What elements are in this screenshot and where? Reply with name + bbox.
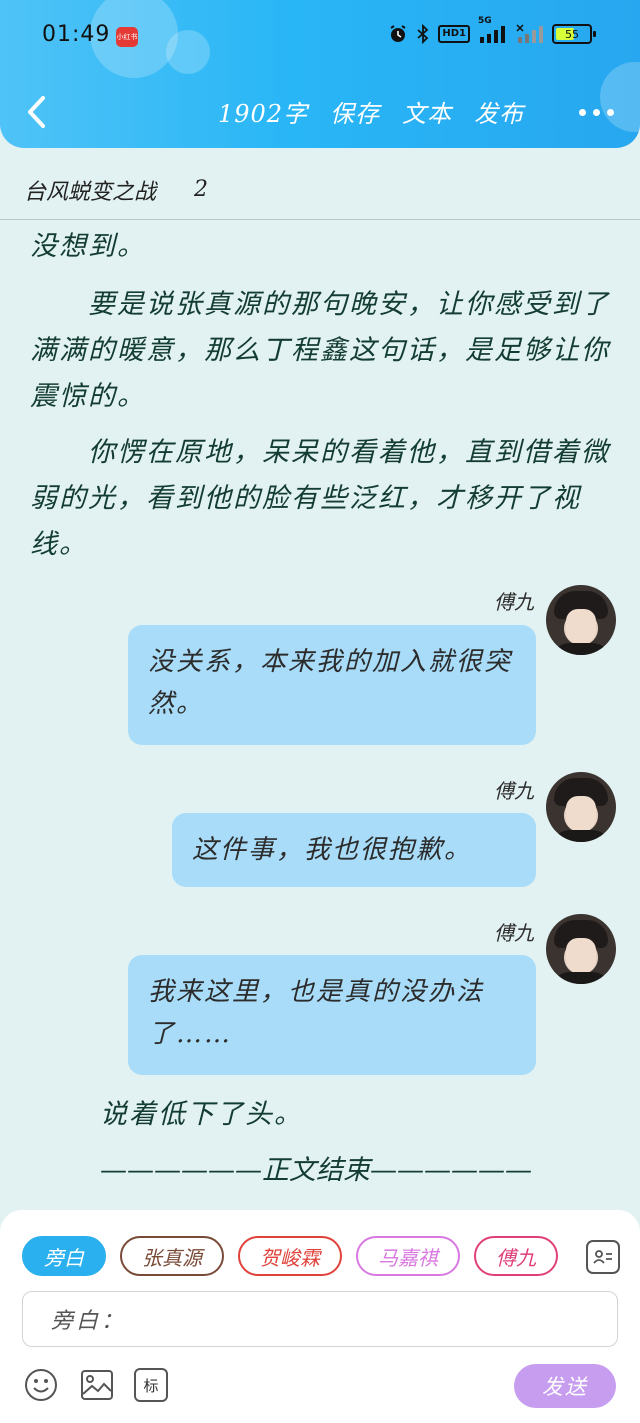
- hd-badge: HD1: [438, 25, 470, 43]
- story-content[interactable]: 没想到。 要是说张真源的那句晚安，让你感受到了满满的暖意，那么丁程鑫这句话，是足…: [0, 220, 640, 1210]
- back-arrow-icon: [28, 96, 45, 128]
- nav-bar: 1902字 保存 文本 发布: [0, 80, 640, 144]
- nav-actions: 1902字 保存 文本 发布: [218, 94, 524, 129]
- status-icons: HD1 5G 55: [388, 16, 596, 44]
- narration-paragraph: 你愣在原地，呆呆的看着他，直到借着微弱的光，看到他的脸有些泛红，才移开了视线。: [30, 437, 610, 560]
- chip-character[interactable]: 傅九: [474, 1236, 558, 1276]
- speaker-name: 傅九: [494, 779, 534, 803]
- save-button[interactable]: 保存: [330, 94, 380, 129]
- mark-button[interactable]: 标: [134, 1368, 168, 1402]
- chapter-number: 2: [194, 177, 209, 202]
- alarm-icon: [388, 24, 408, 44]
- input-role-label: 旁白：: [51, 1309, 127, 1334]
- publish-button[interactable]: 发布: [474, 94, 524, 129]
- app-header: 01:49 小红书 HD1 5G 55 1902字 保存 文本 发布: [0, 0, 640, 148]
- signal-icon: 5G: [478, 16, 508, 44]
- text-button[interactable]: 文本: [402, 94, 452, 129]
- message-bubble[interactable]: 我来这里，也是真的没办法了……: [128, 955, 536, 1075]
- narration-line: 没想到。: [30, 231, 146, 262]
- battery-level: 55: [565, 27, 579, 41]
- bluetooth-icon: [416, 24, 430, 44]
- avatar[interactable]: [546, 772, 616, 842]
- network-label: 5G: [478, 16, 492, 26]
- contact-card-button[interactable]: [586, 1240, 620, 1274]
- contact-card-icon: [593, 1250, 612, 1264]
- narration-paragraph: 要是说张真源的那句晚安，让你感受到了满满的暖意，那么丁程鑫这句话，是足够让你震惊…: [30, 289, 610, 412]
- message-bubble[interactable]: 这件事，我也很抱歉。: [172, 813, 536, 887]
- send-button[interactable]: 发送: [514, 1364, 616, 1408]
- story-title-bar[interactable]: 台风蜕变之战 2: [0, 160, 640, 220]
- emoji-button[interactable]: [24, 1368, 58, 1402]
- status-time: 01:49: [42, 22, 111, 47]
- image-icon: [81, 1370, 113, 1400]
- signal-icon-secondary: [516, 24, 544, 44]
- message-bubble[interactable]: 没关系，本来我的加入就很突然。: [128, 625, 536, 745]
- speaker-name: 傅九: [494, 590, 534, 614]
- end-marker: ——————正文结束——————: [100, 1155, 532, 1186]
- composer-panel: 旁白 张真源 贺峻霖 马嘉祺 傅九 旁白： 标 发送: [0, 1210, 640, 1423]
- narration-line: 说着低下了头。: [100, 1099, 303, 1130]
- chip-character[interactable]: 贺峻霖: [238, 1236, 342, 1276]
- more-dots-icon[interactable]: [579, 98, 614, 126]
- chip-character[interactable]: 马嘉祺: [356, 1236, 460, 1276]
- avatar[interactable]: [546, 585, 616, 655]
- avatar[interactable]: [546, 914, 616, 984]
- image-button[interactable]: [80, 1368, 114, 1402]
- status-bar: 01:49 小红书 HD1 5G 55: [0, 0, 640, 72]
- chip-narrator[interactable]: 旁白: [22, 1236, 106, 1276]
- character-chips: 旁白 张真源 贺峻霖 马嘉祺 傅九: [22, 1236, 567, 1278]
- back-button[interactable]: [18, 94, 54, 130]
- message-input[interactable]: 旁白：: [22, 1291, 618, 1347]
- notification-badge: 小红书: [116, 27, 138, 47]
- battery-icon: 55: [552, 24, 596, 44]
- chip-character[interactable]: 张真源: [120, 1236, 224, 1276]
- speaker-name: 傅九: [494, 921, 534, 945]
- story-title: 台风蜕变之战: [24, 179, 157, 205]
- word-count: 1902字: [218, 100, 309, 128]
- emoji-icon: [25, 1369, 57, 1401]
